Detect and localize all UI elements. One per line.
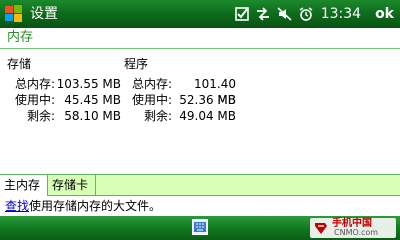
program-total-value: 101.40 MB [194, 77, 236, 107]
window-title: 设置 [30, 6, 58, 22]
storage-free-value: 58.10 MB [64, 109, 121, 123]
title-bar: 设置 13:34 ok [0, 0, 400, 28]
tab-storage-card[interactable]: 存储卡 [48, 175, 96, 196]
windows-start-icon[interactable] [3, 3, 25, 25]
find-line: 查找使用存储内存的大文件。 [5, 198, 161, 214]
program-used-row: 使用中: 52.36 MB [124, 92, 236, 108]
program-used-value: 52.36 MB [179, 93, 236, 107]
storage-used-value: 45.45 MB [64, 93, 121, 107]
program-column: 程序 总内存: 101.40 MB 使用中: 52.36 MB 剩余: 49.0… [124, 56, 236, 124]
storage-used-label: 使用中: [14, 93, 55, 107]
storage-total-row: 总内存: 103.55 MB [7, 76, 121, 92]
tab-main-memory[interactable]: 主内存 [0, 175, 48, 196]
tab-strip: 主内存 存储卡 [0, 174, 400, 196]
tab-strip-filler [96, 175, 400, 196]
program-total-label: 总内存: [131, 77, 172, 91]
clock[interactable]: 13:34 [321, 6, 361, 22]
storage-used-row: 使用中: 45.45 MB [7, 92, 121, 108]
storage-total-label: 总内存: [14, 77, 55, 91]
storage-free-label: 剩余: [26, 109, 55, 123]
connectivity-icon[interactable] [255, 7, 271, 21]
program-free-label: 剩余: [143, 109, 172, 123]
program-used-label: 使用中: [131, 93, 172, 107]
watermark-logo: 手机中国 CNMO.com [310, 218, 396, 238]
storage-free-row: 剩余: 58.10 MB [7, 108, 121, 124]
checkbox-icon[interactable] [234, 7, 249, 21]
find-description: 使用存储内存的大文件。 [29, 199, 162, 213]
status-area: 13:34 ok [234, 4, 394, 24]
bottom-bar: 手机中国 CNMO.com [0, 216, 400, 240]
program-heading: 程序 [124, 57, 149, 71]
memory-panel: 存储 总内存: 103.55 MB 使用中: 45.45 MB 剩余: 58.1… [0, 50, 400, 174]
storage-total-value: 103.55 MB [56, 77, 121, 91]
program-total-row: 总内存: 101.40 MB [124, 76, 236, 107]
storage-column: 存储 总内存: 103.55 MB 使用中: 45.45 MB 剩余: 58.1… [7, 56, 121, 124]
alarm-icon[interactable] [299, 7, 313, 21]
cnmo-logo-icon [315, 223, 327, 234]
watermark-en: CNMO.com [334, 228, 379, 237]
program-free-row: 剩余: 49.04 MB [124, 108, 236, 124]
keyboard-icon[interactable] [192, 219, 208, 235]
storage-heading: 存储 [7, 57, 32, 71]
find-link[interactable]: 查找 [5, 199, 29, 213]
sound-off-icon[interactable] [277, 7, 293, 21]
program-free-value: 49.04 MB [179, 109, 236, 123]
page-title: 内存 [0, 28, 400, 49]
ok-button[interactable]: ok [375, 6, 394, 22]
